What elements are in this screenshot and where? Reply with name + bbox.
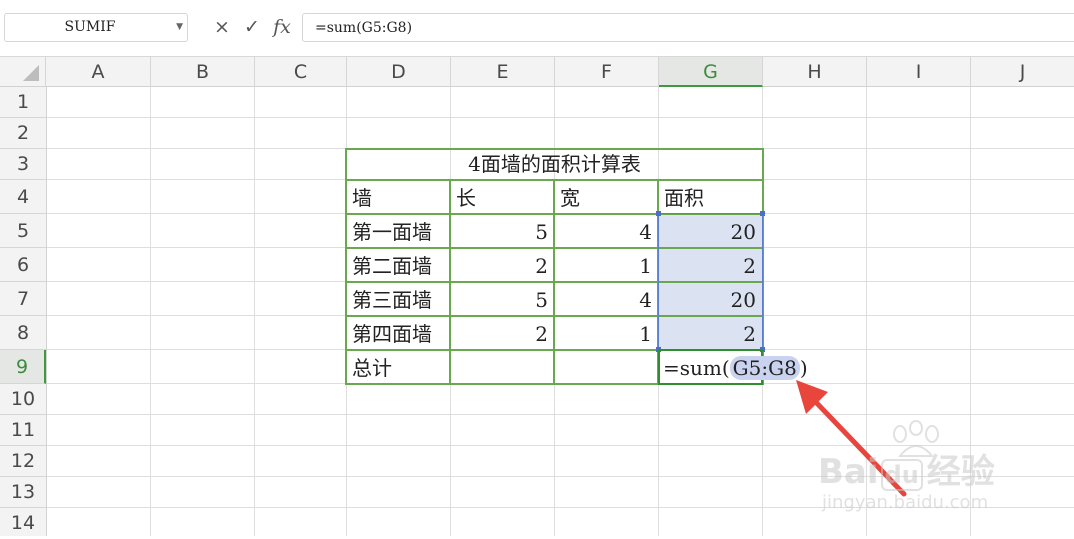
row-header-2[interactable]: 2: [0, 118, 46, 149]
formula-text: =sum(G5:G8): [315, 20, 413, 36]
table-rule: [553, 179, 555, 385]
select-all-icon: [23, 65, 39, 81]
column-header-e[interactable]: E: [451, 57, 555, 87]
column-header-b[interactable]: B: [151, 57, 255, 87]
selection-border: [658, 213, 763, 350]
formula-prefix: =sum(: [663, 356, 730, 380]
row-header-6[interactable]: 6: [0, 248, 46, 282]
resize-handle[interactable]: [656, 211, 661, 216]
name-box[interactable]: SUMIF ▼: [4, 13, 188, 42]
select-all-button[interactable]: [0, 57, 46, 87]
formula-bar: SUMIF ▼ × ✓ fx =sum(G5:G8): [0, 0, 1074, 56]
resize-handle[interactable]: [760, 211, 765, 216]
column-header-row: A B C D E F G H I J: [0, 56, 1074, 87]
gridline: [150, 87, 151, 536]
column-header-c[interactable]: C: [255, 57, 347, 87]
row-header-5[interactable]: 5: [0, 214, 46, 248]
row-header-column: 1 2 3 4 5 6 7 8 9 10 11 12 13 14: [0, 87, 47, 536]
row-header-9[interactable]: 9: [0, 350, 46, 384]
column-header-a[interactable]: A: [46, 57, 151, 87]
row-header-1[interactable]: 1: [0, 87, 46, 118]
row-header-10[interactable]: 10: [0, 384, 46, 415]
check-icon[interactable]: ✓: [241, 12, 263, 42]
row-header-14[interactable]: 14: [0, 508, 46, 536]
row-header-3[interactable]: 3: [0, 149, 46, 180]
baidu-watermark: Bai du 经验 jingyan.baidu.com: [818, 420, 1018, 530]
column-header-i[interactable]: I: [867, 57, 971, 87]
row-header-12[interactable]: 12: [0, 446, 46, 477]
row-header-11[interactable]: 11: [0, 415, 46, 446]
table-rule: [449, 179, 451, 385]
column-header-f[interactable]: F: [555, 57, 659, 87]
column-header-d[interactable]: D: [347, 57, 451, 87]
watermark-url: jingyan.baidu.com: [822, 492, 989, 513]
gridline: [47, 414, 1074, 415]
name-box-value: SUMIF: [64, 19, 116, 35]
row-header-13[interactable]: 13: [0, 477, 46, 508]
row-header-4[interactable]: 4: [0, 180, 46, 214]
column-header-g[interactable]: G: [659, 57, 763, 87]
watermark-brand: Bai du 经验: [818, 452, 995, 492]
insert-function-icon[interactable]: fx: [269, 12, 295, 42]
gridline: [254, 87, 255, 536]
chevron-down-icon[interactable]: ▼: [176, 22, 183, 32]
formula-input[interactable]: =sum(G5:G8): [302, 13, 1074, 42]
column-header-j[interactable]: J: [971, 57, 1074, 87]
column-header-h[interactable]: H: [763, 57, 867, 87]
row-header-7[interactable]: 7: [0, 282, 46, 316]
gridline: [47, 117, 1074, 118]
cancel-icon[interactable]: ×: [211, 12, 233, 42]
row-header-8[interactable]: 8: [0, 316, 46, 350]
